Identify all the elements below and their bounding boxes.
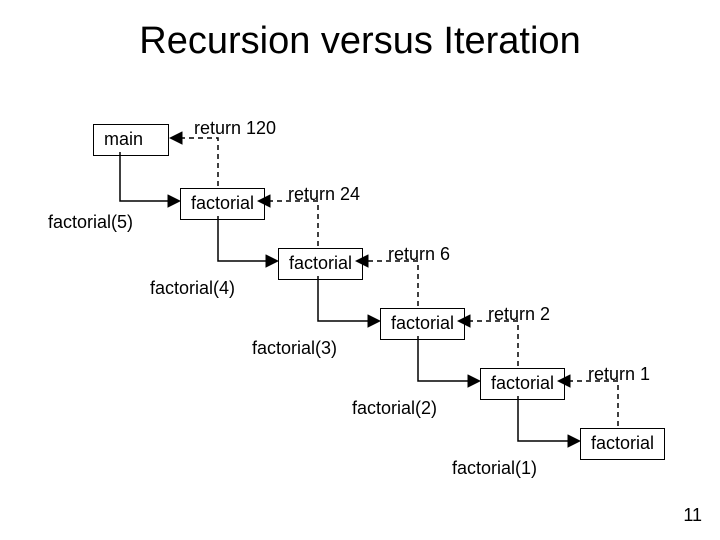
label-return-1: return 1 xyxy=(588,364,650,385)
box-factorial-a: factorial xyxy=(180,188,265,220)
box-factorial-b: factorial xyxy=(278,248,363,280)
label-factorial-5: factorial(5) xyxy=(48,212,133,233)
label-factorial-1: factorial(1) xyxy=(452,458,537,479)
label-return-24: return 24 xyxy=(288,184,360,205)
page-title: Recursion versus Iteration xyxy=(0,20,720,63)
box-factorial-d: factorial xyxy=(480,368,565,400)
box-factorial-e: factorial xyxy=(580,428,665,460)
page-number: 11 xyxy=(683,505,702,526)
label-return-2: return 2 xyxy=(488,304,550,325)
box-main: main xyxy=(93,124,169,156)
label-factorial-4: factorial(4) xyxy=(150,278,235,299)
label-factorial-2: factorial(2) xyxy=(352,398,437,419)
box-factorial-c: factorial xyxy=(380,308,465,340)
label-return-120: return 120 xyxy=(194,118,276,139)
label-return-6: return 6 xyxy=(388,244,450,265)
label-factorial-3: factorial(3) xyxy=(252,338,337,359)
